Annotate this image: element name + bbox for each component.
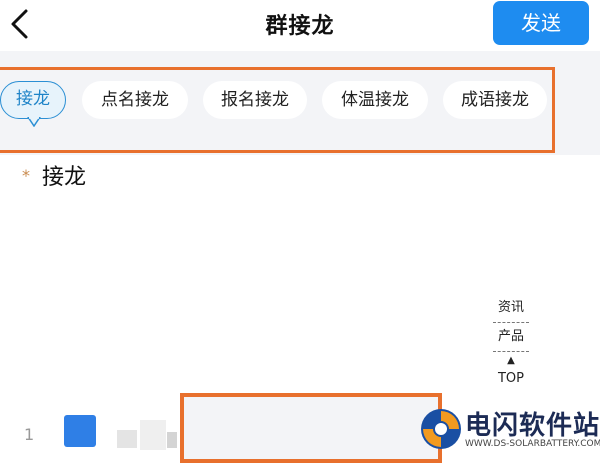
highlight-box-chips	[0, 67, 555, 153]
row-number: 1	[24, 425, 35, 444]
side-nav-divider	[493, 322, 529, 323]
side-nav: 资讯 产品 ▲ TOP	[487, 296, 535, 391]
relay-field-label: 接龙	[42, 165, 87, 190]
blurred-name-part	[167, 432, 177, 448]
watermark-title: 电闪软件站	[465, 411, 600, 441]
watermark-url: WWW.DS-SOLARBATTERY.COM	[465, 439, 600, 449]
top-bar: 群接龙 发送	[0, 0, 600, 46]
side-nav-products[interactable]: 产品	[487, 325, 535, 349]
blurred-name-part	[140, 420, 166, 450]
back-to-top-link[interactable]: TOP	[487, 367, 535, 391]
avatar	[64, 415, 96, 447]
highlight-box-entry	[180, 393, 442, 463]
send-button[interactable]: 发送	[493, 1, 589, 45]
blurred-name-part	[117, 430, 137, 448]
up-arrow-icon: ▲	[507, 355, 515, 366]
watermark: 电闪软件站 WWW.DS-SOLARBATTERY.COM	[413, 401, 600, 455]
side-nav-divider	[493, 351, 529, 352]
watermark-logo-icon	[421, 409, 461, 449]
required-mark: *	[22, 166, 30, 185]
side-nav-news[interactable]: 资讯	[487, 296, 535, 320]
